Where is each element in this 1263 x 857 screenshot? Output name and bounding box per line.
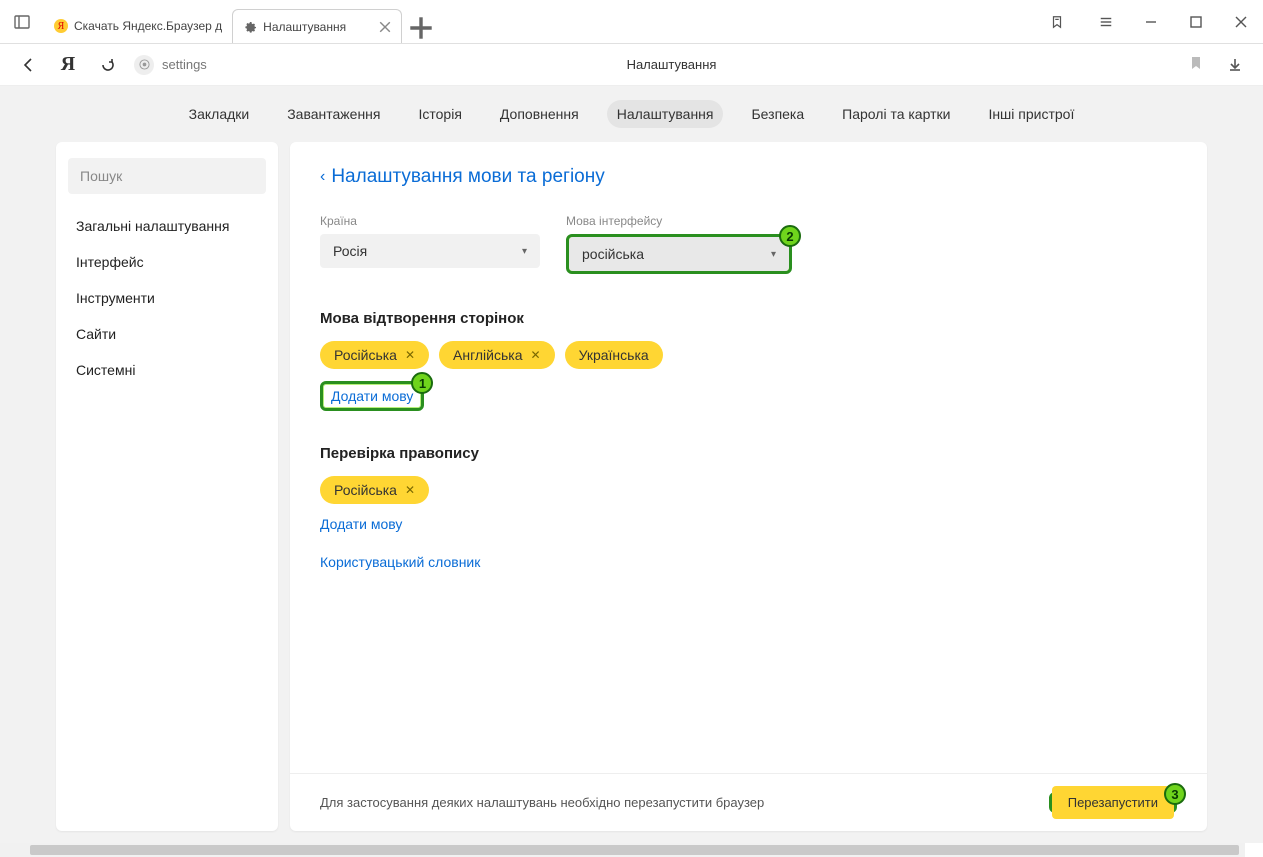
chevron-down-icon: ▾ [522, 246, 527, 257]
topnav-passwords[interactable]: Паролі та картки [832, 100, 960, 128]
annotation-badge-3: 3 [1164, 783, 1186, 805]
topnav-addons[interactable]: Доповнення [490, 100, 589, 128]
chevron-down-icon: ▾ [771, 249, 776, 260]
sidebar-item-sites[interactable]: Сайти [56, 316, 278, 352]
interface-lang-value: російська [582, 246, 644, 262]
maximize-button[interactable] [1173, 0, 1218, 44]
footer-message: Для застосування деяких налаштувань необ… [320, 795, 764, 810]
lang-pill: Англійська✕ [439, 341, 555, 369]
lang-pill: Російська✕ [320, 341, 429, 369]
window-controls [1034, 0, 1263, 44]
country-value: Росія [333, 243, 367, 259]
tab-strip: Я Скачать Яндекс.Браузер д Налаштування [44, 0, 1034, 43]
topnav-bookmarks[interactable]: Закладки [179, 100, 260, 128]
sidebar-item-tools[interactable]: Інструменти [56, 280, 278, 316]
sidebar-item-general[interactable]: Загальні налаштування [56, 208, 278, 244]
address-bar: Я settings Налаштування [0, 44, 1263, 86]
page-lang-heading: Мова відтворення сторінок [320, 310, 1177, 327]
remove-pill-icon[interactable]: ✕ [405, 483, 415, 497]
topnav-downloads[interactable]: Завантаження [277, 100, 390, 128]
titlebar: Я Скачать Яндекс.Браузер д Налаштування [0, 0, 1263, 44]
back-button[interactable] [14, 51, 42, 79]
settings-page: Закладки Завантаження Історія Доповнення… [0, 86, 1263, 843]
reload-button[interactable] [94, 51, 122, 79]
tab-title: Налаштування [263, 20, 373, 34]
yandex-home-button[interactable]: Я [54, 51, 82, 79]
bookmarks-menu-button[interactable] [1034, 0, 1079, 44]
downloads-button[interactable] [1221, 51, 1249, 79]
close-icon[interactable] [379, 21, 391, 33]
topnav-settings[interactable]: Налаштування [607, 100, 724, 128]
interface-lang-select[interactable]: російська ▾ [569, 237, 789, 271]
annotation-badge-2: 2 [779, 225, 801, 247]
sidebar-search[interactable]: Пошук [68, 158, 266, 194]
add-spell-lang-link[interactable]: Додати мову [320, 516, 1177, 532]
topnav-devices[interactable]: Інші пристрої [978, 100, 1084, 128]
annotation-badge-1: 1 [411, 372, 433, 394]
remove-pill-icon[interactable]: ✕ [405, 348, 415, 362]
gear-icon [243, 20, 257, 34]
settings-breadcrumb[interactable]: ‹ Налаштування мови та регіону [320, 166, 1177, 188]
remove-pill-icon[interactable]: ✕ [531, 348, 541, 362]
close-window-button[interactable] [1218, 0, 1263, 44]
tab-item[interactable]: Я Скачать Яндекс.Браузер д [44, 9, 232, 43]
menu-button[interactable] [1083, 0, 1128, 44]
sidebar-item-system[interactable]: Системні [56, 352, 278, 388]
minimize-button[interactable] [1128, 0, 1173, 44]
topnav-security[interactable]: Безпека [741, 100, 814, 128]
tab-item-active[interactable]: Налаштування [232, 9, 402, 43]
new-tab-button[interactable] [406, 13, 436, 43]
horizontal-scrollbar[interactable] [0, 843, 1245, 857]
sidebar-item-interface[interactable]: Інтерфейс [56, 244, 278, 280]
settings-topnav: Закладки Завантаження Історія Доповнення… [0, 86, 1263, 142]
svg-text:Я: Я [58, 21, 65, 32]
yandex-favicon: Я [54, 19, 68, 33]
spellcheck-heading: Перевірка правопису [320, 445, 1177, 462]
country-select[interactable]: Росія ▾ [320, 234, 540, 268]
user-dictionary-link[interactable]: Користувацький словник [320, 554, 1177, 570]
breadcrumb-label: Налаштування мови та регіону [331, 166, 604, 188]
restart-button[interactable]: Перезапустити [1052, 786, 1174, 819]
spell-pill: Російська✕ [320, 476, 429, 504]
page-title-center: Налаштування [134, 57, 1209, 72]
interface-lang-label: Мова інтерфейсу [566, 214, 792, 228]
chevron-left-icon: ‹ [320, 168, 325, 186]
panel-toggle-button[interactable] [0, 0, 44, 44]
bookmark-icon[interactable] [1189, 56, 1203, 73]
add-page-lang-link[interactable]: Додати мову [323, 384, 421, 408]
tab-title: Скачать Яндекс.Браузер д [74, 19, 222, 33]
site-info-icon[interactable] [134, 55, 154, 75]
settings-content: ‹ Налаштування мови та регіону Країна Ро… [290, 142, 1207, 831]
lang-pill: Українська [565, 341, 663, 369]
omnibox[interactable]: settings Налаштування [134, 50, 1209, 80]
topnav-history[interactable]: Історія [409, 100, 472, 128]
settings-sidebar: Пошук Загальні налаштування Інтерфейс Ін… [56, 142, 278, 831]
panel-icon [14, 14, 30, 30]
country-label: Країна [320, 214, 540, 228]
scrollbar-thumb[interactable] [30, 845, 1239, 855]
url-text: settings [162, 57, 207, 72]
settings-footer: Для застосування деяких налаштувань необ… [290, 773, 1207, 831]
